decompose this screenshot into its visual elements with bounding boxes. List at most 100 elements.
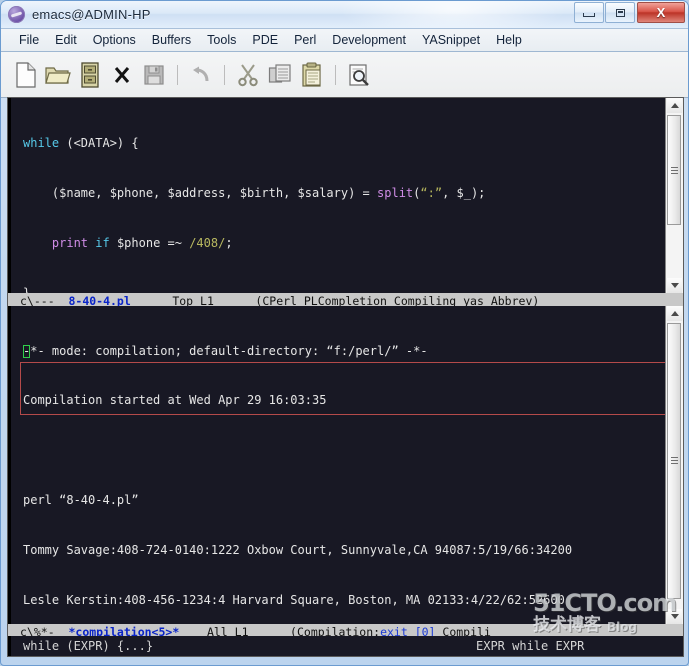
close-file-button[interactable] — [107, 59, 137, 91]
save-as-button[interactable] — [75, 59, 105, 91]
code-segment: split — [377, 185, 414, 200]
compilation-line: -*- mode: compilation; default-directory… — [23, 343, 665, 360]
menu-perl[interactable]: Perl — [286, 33, 324, 47]
search-button[interactable] — [344, 59, 374, 91]
maximize-icon — [615, 8, 625, 17]
menu-bar: File Edit Options Buffers Tools PDE Perl… — [1, 28, 688, 52]
save-floppy-icon — [144, 64, 164, 85]
compilation-pane: -*- mode: compilation; default-directory… — [8, 305, 683, 624]
modeline-prefix: c\--- — [20, 294, 69, 306]
close-button[interactable]: X — [637, 2, 685, 23]
code-segment: } — [23, 285, 31, 293]
minimize-icon — [583, 13, 595, 17]
code-segment: $phone =~ — [109, 235, 190, 250]
compilation-line: perl “8-40-4.pl” — [23, 492, 665, 509]
code-segment: “:” — [420, 185, 443, 200]
menu-tools[interactable]: Tools — [199, 33, 244, 47]
code-segment: (<DATA>) { — [59, 136, 139, 151]
scroll-thumb[interactable] — [667, 322, 681, 599]
toolbar — [1, 52, 688, 98]
cut-scissors-icon — [238, 63, 258, 86]
menu-help[interactable]: Help — [488, 33, 530, 47]
toolbar-separator-2 — [224, 64, 225, 85]
modeline-status-open: (Compilation: — [290, 624, 381, 637]
save-button[interactable] — [139, 59, 169, 91]
modeline-status-code: [0] — [414, 624, 436, 637]
copy-icon — [268, 63, 291, 83]
scroll-down-button[interactable] — [667, 608, 682, 624]
code-segment: ($name, $phone, $address, $birth, $salar… — [23, 185, 378, 200]
scroll-up-button[interactable] — [667, 98, 682, 113]
window-title: emacs@ADMIN-HP — [32, 7, 151, 22]
chevron-down-icon — [670, 283, 679, 288]
menu-development[interactable]: Development — [324, 33, 414, 47]
code-line: } — [23, 285, 665, 293]
source-scrollbar[interactable] — [665, 98, 683, 293]
menu-edit[interactable]: Edit — [47, 33, 85, 47]
modeline-position: All L1 — [206, 624, 249, 637]
toolbar-separator-3 — [335, 64, 336, 85]
modeline-status-tail: Compili — [435, 624, 491, 637]
source-buffer[interactable]: while (<DATA>) { ($name, $phone, $addres… — [8, 98, 665, 293]
scroll-track[interactable] — [666, 320, 683, 609]
cut-button[interactable] — [233, 59, 263, 91]
menu-buffers[interactable]: Buffers — [144, 33, 199, 47]
scroll-track[interactable] — [666, 113, 683, 278]
code-segment: Compilation started at Wed Apr 29 16:03:… — [23, 393, 327, 408]
code-segment: -*- mode: compilation; default-directory… — [23, 343, 428, 358]
compilation-buffer[interactable]: -*- mode: compilation; default-directory… — [8, 305, 666, 624]
modeline-gap1 — [131, 294, 173, 306]
search-icon — [349, 63, 369, 86]
code-segment: Tommy Savage:408-724-0140:1222 Oxbow Cou… — [23, 542, 573, 557]
modeline-gap2 — [249, 625, 291, 637]
modeline-gap1 — [179, 625, 207, 637]
source-pane: while (<DATA>) { ($name, $phone, $addres… — [8, 98, 683, 293]
grip-icon — [670, 457, 678, 464]
window-controls: X — [573, 2, 685, 23]
modeline-modes: (CPerl PLCompletion Compiling yas Abbrev… — [255, 294, 540, 306]
new-file-button[interactable] — [11, 59, 41, 91]
compilation-line — [23, 442, 665, 459]
minimize-button[interactable] — [574, 2, 604, 23]
scroll-up-button[interactable] — [667, 305, 682, 321]
compilation-scrollbar[interactable] — [665, 305, 683, 624]
compilation-line: Compilation started at Wed Apr 29 16:03:… — [23, 392, 665, 409]
code-segment: if — [95, 235, 110, 250]
menu-pde[interactable]: PDE — [244, 33, 286, 47]
open-file-button[interactable] — [43, 59, 73, 91]
code-segment: perl “8-40-4.pl” — [23, 493, 139, 508]
maximize-button[interactable] — [605, 2, 635, 23]
modeline-position: Top L1 — [172, 294, 214, 306]
code-line: print if $phone =~ /408/; — [23, 235, 665, 252]
new-file-icon — [16, 61, 36, 88]
grip-icon — [670, 166, 678, 174]
save-as-cabinet-icon — [81, 61, 99, 88]
menu-file[interactable]: File — [11, 33, 47, 47]
code-segment: /408/ — [189, 235, 226, 250]
toolbar-separator-1 — [177, 64, 178, 85]
menu-yasnippet[interactable]: YASnippet — [414, 33, 488, 47]
cursor — [23, 344, 30, 358]
emacs-window: emacs@ADMIN-HP X File Edit Options Buffe… — [0, 0, 689, 666]
echo-area: while (EXPR) {...} EXPR while EXPR — [8, 636, 683, 656]
compilation-mode-line: c\%*- *compilation<5>* All L1 (Compilati… — [8, 623, 683, 637]
undo-button[interactable] — [186, 59, 216, 91]
scroll-thumb[interactable] — [667, 115, 681, 225]
code-segment: print — [51, 235, 89, 250]
scroll-down-button[interactable] — [667, 278, 682, 293]
emacs-icon — [8, 6, 25, 23]
close-icon: X — [656, 5, 666, 20]
compilation-output-line: Tommy Savage:408-724-0140:1222 Oxbow Cou… — [23, 542, 665, 559]
menu-options[interactable]: Options — [85, 33, 144, 47]
modeline-prefix: c\%*- — [20, 624, 69, 637]
echo-right: EXPR while EXPR — [476, 639, 585, 653]
chevron-down-icon — [670, 613, 679, 619]
undo-icon — [193, 66, 209, 81]
paste-button[interactable] — [297, 59, 327, 91]
copy-button[interactable] — [265, 59, 295, 91]
compilation-output-line: Lesle Kerstin:408-456-1234:4 Harvard Squ… — [23, 592, 665, 609]
code-line: while (<DATA>) { — [23, 135, 665, 152]
source-mode-line: c\--- 8-40-4.pl Top L1 (CPerl PLCompleti… — [8, 293, 683, 306]
paste-icon — [302, 61, 321, 87]
